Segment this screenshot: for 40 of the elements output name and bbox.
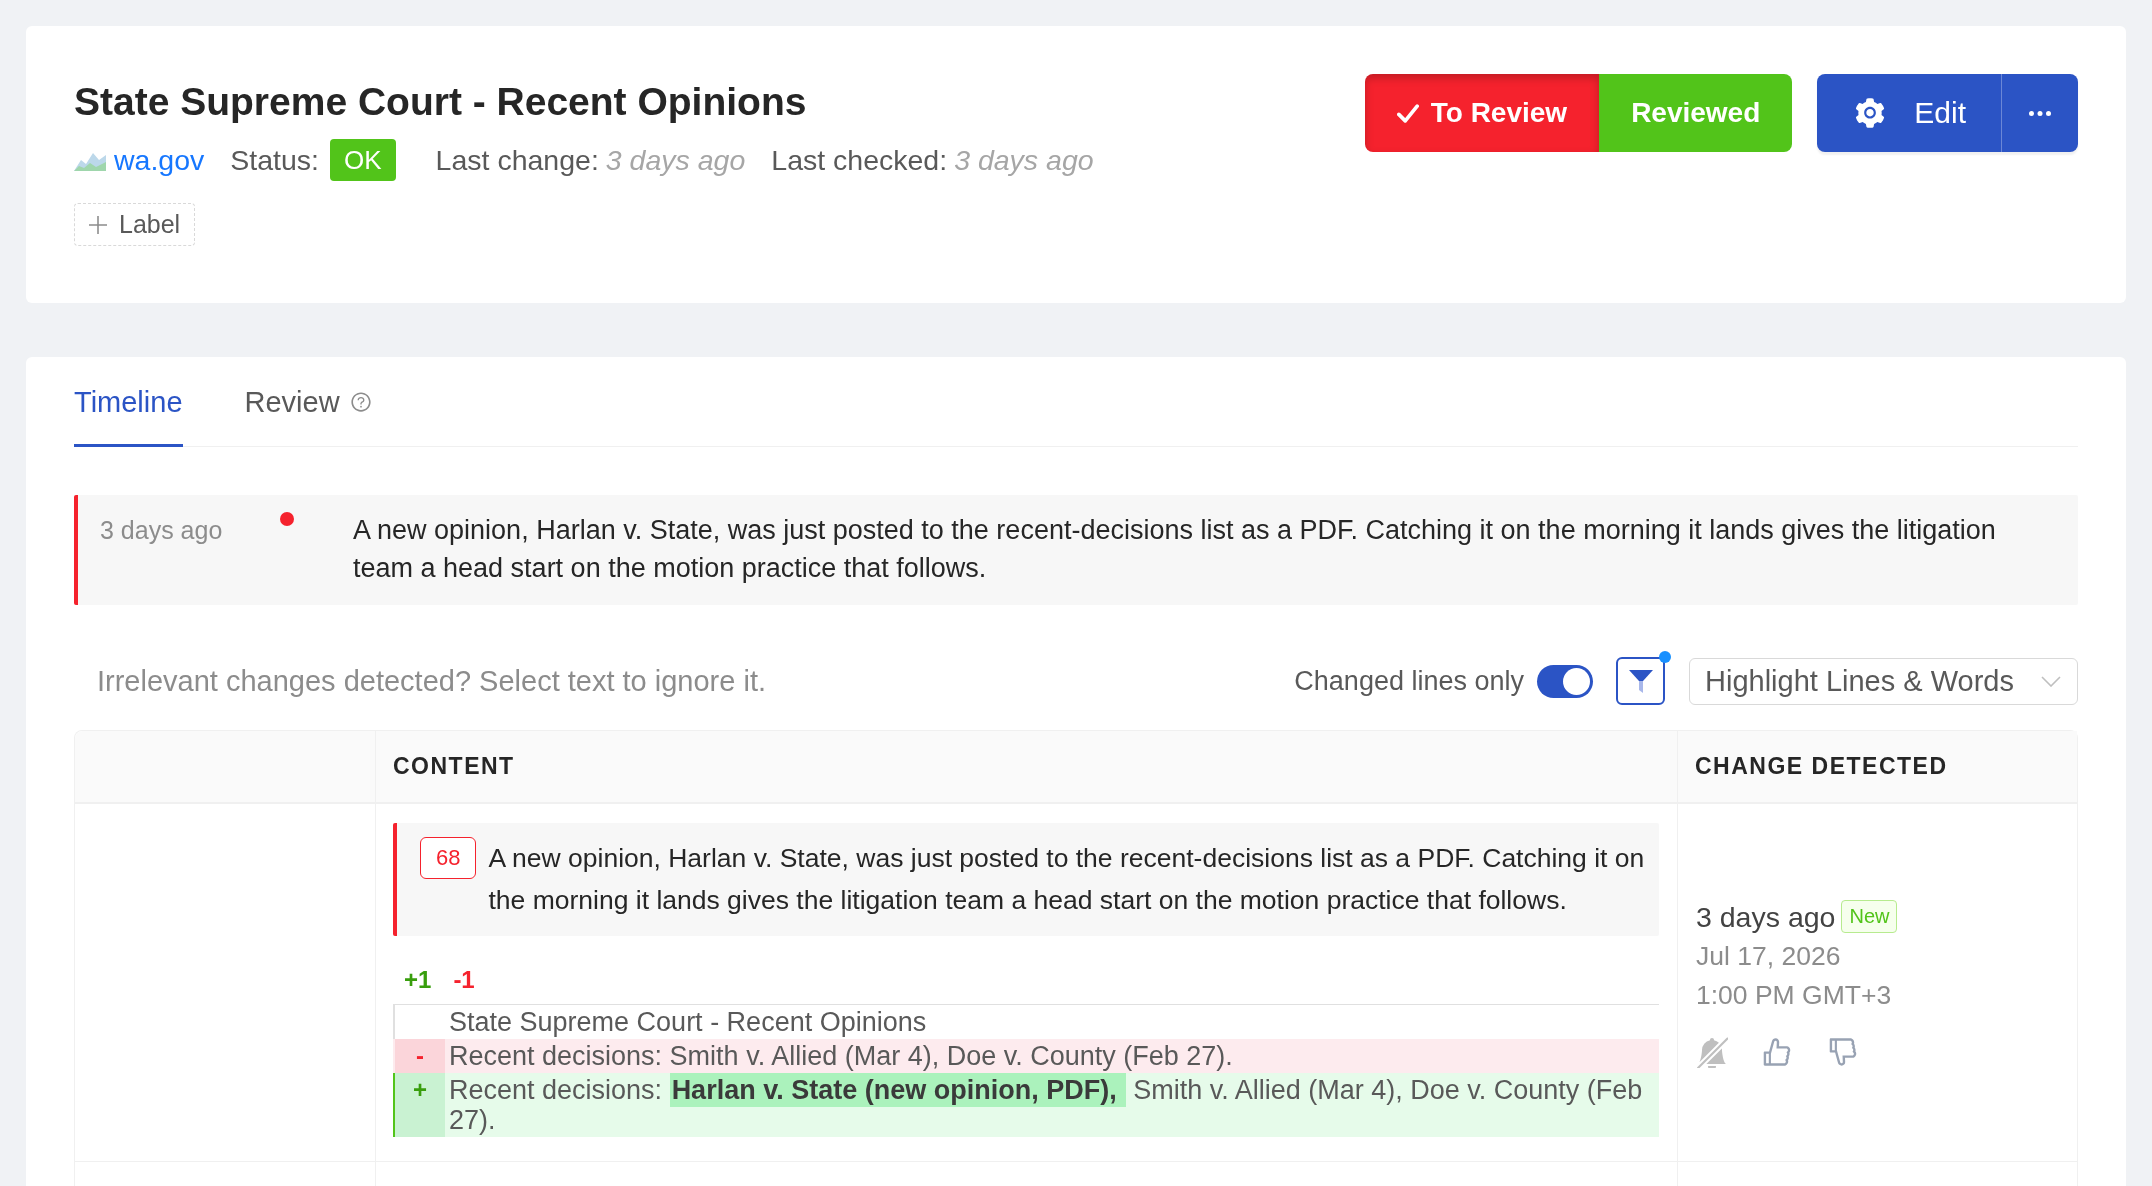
entry-text: A new opinion, Harlan v. State, was just posted to the recent-decisions list as a PDF. Catching it on the morning it lands gives the litigation team a head start on the motion practice that follows.: [353, 514, 1997, 585]
tab[interactable]: Review: [244, 357, 372, 447]
detected-clock-time: 1:00 PM GMT+3: [1696, 978, 1892, 1012]
column-header: CHANGE DETECTED: [1677, 731, 2077, 804]
status-label: Status:: [230, 143, 320, 177]
chevron-down-icon: [2041, 675, 2061, 687]
check-icon: [1396, 103, 1419, 123]
new-tag: New: [1841, 900, 1898, 933]
filter-button[interactable]: [1616, 657, 1665, 705]
removed-count: -1: [453, 965, 475, 995]
filter-icon: [1628, 669, 1653, 693]
toggle-switch[interactable]: [1537, 664, 1593, 698]
page-title: State Supreme Court - Recent Opinions: [74, 79, 807, 125]
highlight-mode-select[interactable]: Highlight Lines & Words: [1689, 657, 2078, 705]
diff-marker: +: [413, 1075, 427, 1105]
ignore-hint: Irrelevant changes detected? Select text to ignore it.: [97, 664, 766, 698]
toggle-label: Changed lines only: [1294, 665, 1524, 697]
tab[interactable]: Timeline: [74, 357, 183, 447]
bell-slash-icon[interactable]: [1696, 1035, 1728, 1068]
status-tag: OK: [330, 139, 396, 181]
summary-text: A new opinion, Harlan v. State, was just posted to the recent-decisions list as a PDF. Catching it on the morning it lands gives the litigation team a head start on the motion practice that follows.: [488, 842, 1646, 917]
last-change-value: 3 days ago: [605, 143, 746, 177]
line-text: Recent decisions: Smith v. Allied (Mar 4), Doe v. County (Feb 27).: [448, 1040, 1234, 1073]
add-label-button[interactable]: Label: [74, 203, 196, 246]
review-state-button[interactable]: To Review: [1364, 74, 1600, 152]
detected-date: Jul 17, 2026: [1696, 939, 1841, 973]
line-text: Recent decisions: Harlan v. State (new opinion, PDF), Smith v. Allied (Mar 4), Doe v. County (Feb 27).: [448, 1073, 1644, 1137]
detected-time: 3 days ago: [1696, 899, 1836, 935]
site-link[interactable]: wa.gov: [114, 143, 205, 177]
last-checked-value: 3 days ago: [954, 143, 1094, 177]
diff-marker: -: [416, 1041, 424, 1071]
last-change-label: Last change:: [435, 143, 599, 177]
entry-time: 3 days ago: [100, 515, 224, 546]
added-count: +1: [404, 965, 432, 995]
last-checked-label: Last checked:: [771, 143, 948, 177]
line-text: State Supreme Court - Recent Opinions: [448, 1006, 928, 1039]
line-number-tag: 68: [420, 837, 477, 879]
column-header: CONTENT: [375, 731, 1677, 804]
ellipsis-icon: [2028, 110, 2052, 116]
plus-icon: [89, 215, 107, 234]
